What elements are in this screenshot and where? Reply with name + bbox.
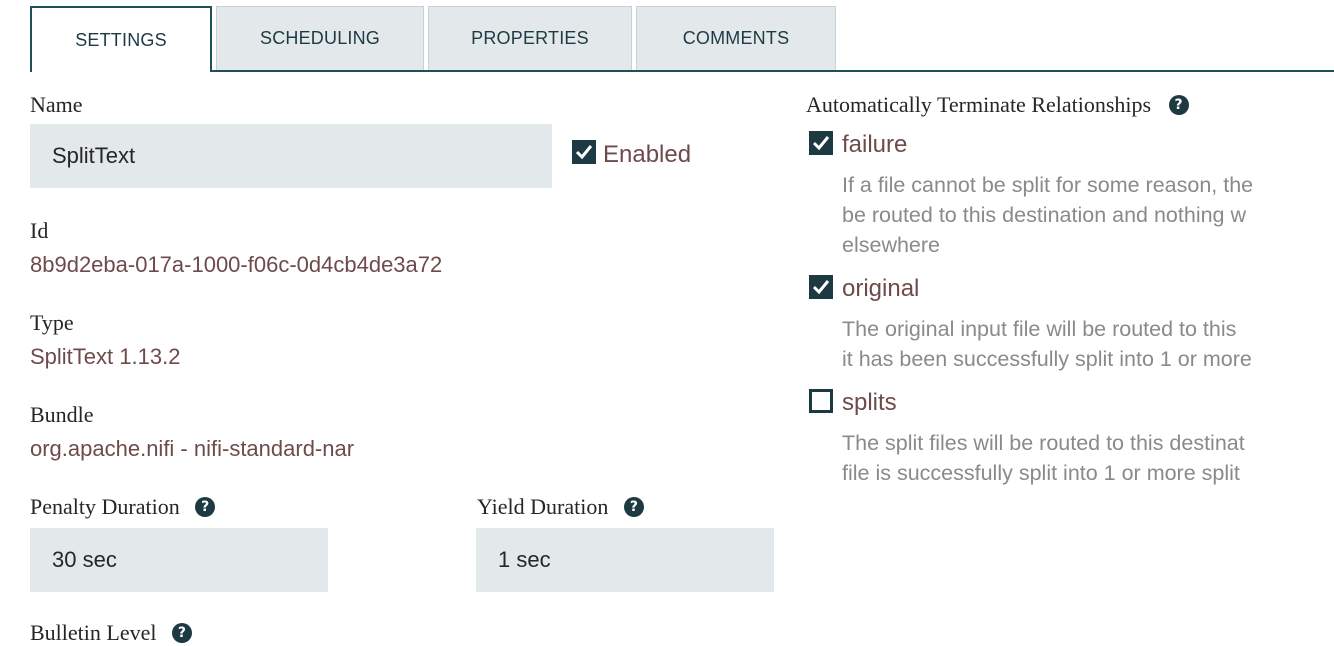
bundle-label: Bundle (30, 402, 94, 427)
tab-properties-label: PROPERTIES (471, 28, 589, 48)
tab-properties[interactable]: PROPERTIES (428, 6, 632, 70)
tab-comments-label: COMMENTS (682, 28, 790, 48)
id-value: 8b9d2eba-017a-1000-f06c-0d4cb4de3a72 (30, 252, 443, 277)
relationship-splits-description: The split files will be routed to this d… (842, 428, 1245, 488)
relationship-splits-checkbox[interactable] (809, 389, 833, 413)
description-line: it has been successfully split into 1 or… (842, 347, 1252, 371)
question-circle-icon[interactable]: ? (1168, 95, 1189, 115)
relationship-original-name[interactable]: original (842, 275, 919, 303)
tab-underline (211, 70, 1334, 72)
tab-comments[interactable]: COMMENTS (636, 6, 836, 70)
tab-settings[interactable]: SETTINGS (30, 6, 212, 72)
tab-settings-label: SETTINGS (75, 29, 167, 50)
yield-duration-label-text: Yield Duration (477, 494, 609, 519)
description-line: The original input file will be routed t… (842, 317, 1237, 341)
auto-terminate-title: Automatically Terminate Relationships ? (806, 92, 1189, 118)
description-line: The split files will be routed to this d… (842, 431, 1245, 455)
bulletin-level-label: Bulletin Level ? (30, 620, 192, 646)
relationship-original-description: The original input file will be routed t… (842, 314, 1252, 374)
checkmark-icon (575, 145, 593, 160)
checkmark-icon (812, 280, 830, 295)
enabled-label[interactable]: Enabled (603, 141, 691, 169)
bulletin-level-label-text: Bulletin Level (30, 620, 157, 645)
description-line: file is successfully split into 1 or mor… (842, 461, 1240, 485)
penalty-duration-input[interactable]: 30 sec (30, 528, 328, 592)
description-line: be routed to this destination and nothin… (842, 203, 1247, 227)
auto-terminate-title-text: Automatically Terminate Relationships (806, 92, 1152, 117)
relationship-failure-name[interactable]: failure (842, 131, 907, 159)
tab-scheduling[interactable]: SCHEDULING (216, 6, 424, 70)
yield-duration-input[interactable]: 1 sec (476, 528, 774, 592)
tab-scheduling-label: SCHEDULING (259, 28, 381, 48)
checkmark-icon (812, 136, 830, 151)
question-circle-icon[interactable]: ? (195, 497, 216, 517)
relationship-splits-name[interactable]: splits (842, 389, 897, 417)
name-label: Name (30, 92, 83, 117)
name-input[interactable]: SplitText (30, 124, 552, 188)
relationship-failure-checkbox[interactable] (809, 131, 833, 155)
type-label: Type (30, 310, 74, 335)
yield-duration-label: Yield Duration ? (477, 494, 644, 520)
description-line: If a file cannot be split for some reaso… (842, 173, 1254, 197)
question-circle-icon[interactable]: ? (623, 497, 644, 517)
bundle-value: org.apache.nifi - nifi-standard-nar (30, 436, 355, 461)
penalty-duration-label: Penalty Duration ? (30, 494, 216, 520)
description-line: elsewhere (842, 233, 940, 257)
relationship-failure-description: If a file cannot be split for some reaso… (842, 170, 1253, 260)
question-circle-icon[interactable]: ? (171, 623, 192, 643)
enabled-checkbox[interactable] (572, 140, 596, 164)
type-value: SplitText 1.13.2 (30, 344, 181, 369)
penalty-duration-label-text: Penalty Duration (30, 494, 180, 519)
relationship-original-checkbox[interactable] (809, 275, 833, 299)
id-label: Id (30, 218, 49, 243)
